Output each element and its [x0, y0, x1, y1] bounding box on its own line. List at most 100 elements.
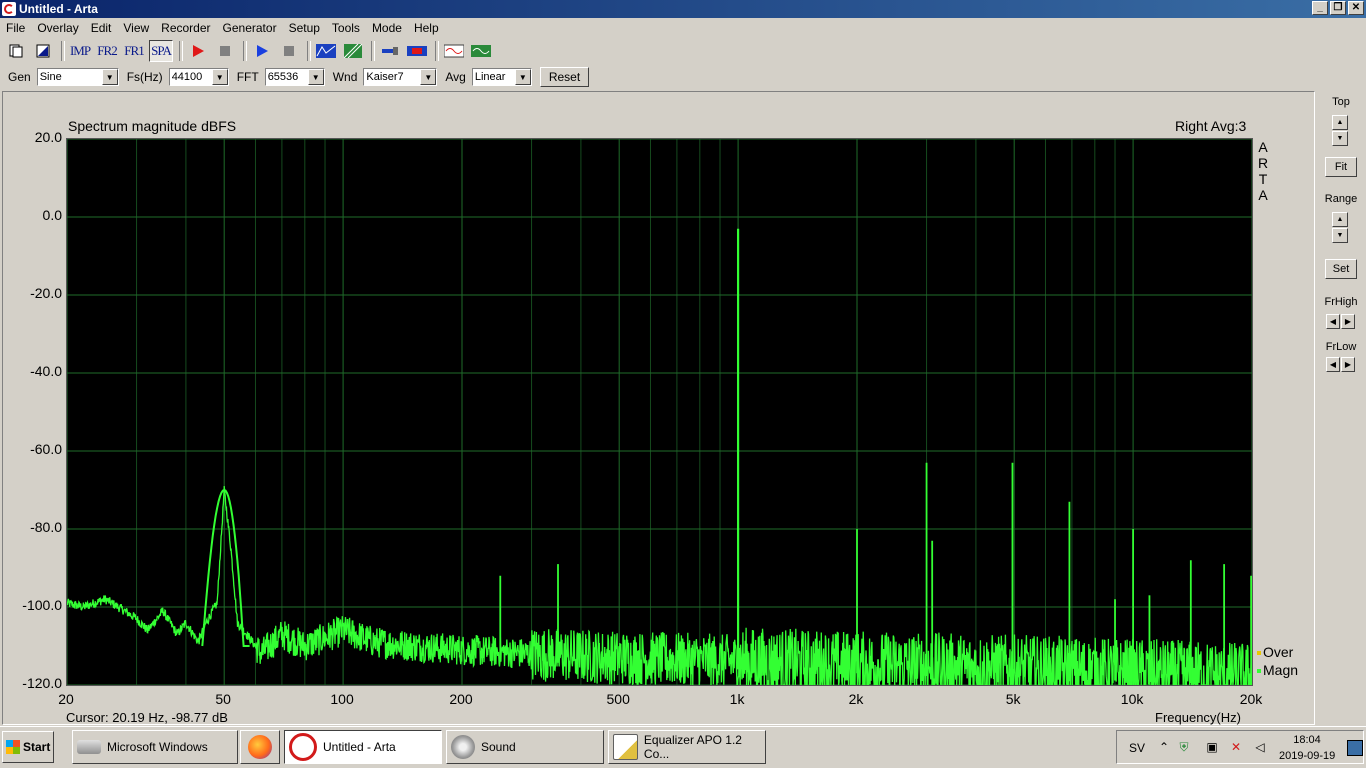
x-tick-label: 500	[606, 691, 630, 707]
task-microsoft-windows[interactable]: Microsoft Windows	[72, 730, 238, 764]
menu-view[interactable]: View	[117, 21, 155, 35]
spectrum-plot[interactable]	[66, 138, 1253, 686]
y-tick-label: -100.0	[22, 597, 62, 613]
toolbar-separator	[371, 41, 375, 61]
legend-magn-label: Magn	[1263, 662, 1299, 678]
x-tick-label: 20	[58, 691, 74, 707]
x-tick-label: 1k	[729, 691, 745, 707]
menu-help[interactable]: Help	[408, 21, 445, 35]
maximize-button[interactable]: ❐	[1330, 1, 1346, 15]
new-file-icon[interactable]	[4, 40, 28, 62]
legend-over-label: Over	[1263, 644, 1294, 660]
firefox-icon	[248, 735, 272, 759]
chevron-left-icon[interactable]: ◀	[1326, 314, 1340, 329]
menu-setup[interactable]: Setup	[283, 21, 326, 35]
task-firefox[interactable]	[240, 730, 280, 764]
chevron-down-icon[interactable]: ▼	[307, 69, 324, 85]
minimize-button[interactable]: _	[1312, 1, 1328, 15]
chevron-down-icon[interactable]: ▼	[101, 69, 118, 85]
arta-app-icon[interactable]	[2, 2, 16, 16]
chevron-up-icon[interactable]: ▲	[1332, 115, 1348, 130]
chevron-up-icon[interactable]: ▲	[1332, 212, 1348, 227]
system-tray: SV ⌃ ⛨ ▣ ✕ ◁ 18:04 2019-09-19	[1116, 730, 1364, 764]
security-shield-icon[interactable]: ⛨	[1177, 740, 1191, 754]
open-icon[interactable]	[31, 40, 55, 62]
chevron-up-icon[interactable]: ⌃	[1157, 740, 1171, 754]
clock-date[interactable]: 2019-09-19	[1279, 750, 1335, 762]
imp-mode-button[interactable]: IMP	[68, 40, 92, 62]
chevron-down-icon[interactable]: ▼	[514, 69, 531, 85]
abc-generator-icon[interactable]	[314, 40, 338, 62]
spa-mode-button[interactable]: SPA	[149, 40, 173, 62]
show-desktop-icon[interactable]	[1347, 740, 1363, 756]
frhigh-label: FrHigh	[1324, 296, 1358, 308]
usb-device-icon[interactable]: ▣	[1205, 740, 1219, 754]
task-sound[interactable]: Sound	[446, 730, 604, 764]
record-play-red-icon[interactable]	[186, 40, 210, 62]
plot-title: Spectrum magnitude dBFS	[68, 118, 237, 134]
avg-select[interactable]: Linear ▼	[471, 68, 532, 86]
arta-icon	[289, 733, 317, 761]
menu-tools[interactable]: Tools	[326, 21, 366, 35]
range-spinner[interactable]: ▲ ▼	[1332, 212, 1348, 244]
chevron-down-icon[interactable]: ▼	[420, 69, 437, 85]
close-button[interactable]: ✕	[1348, 1, 1364, 15]
stop-gray-icon[interactable]	[213, 40, 237, 62]
menu-generator[interactable]: Generator	[217, 21, 283, 35]
cursor-readout: Cursor: 20.19 Hz, -98.77 dB	[66, 710, 228, 725]
set-button[interactable]: Set	[1325, 259, 1357, 279]
reset-button[interactable]: Reset	[539, 67, 590, 87]
wnd-select[interactable]: Kaiser7 ▼	[363, 68, 438, 86]
y-tick-label: -80.0	[30, 519, 62, 535]
frhigh-spinner[interactable]: ◀ ▶	[1326, 314, 1356, 329]
stop-gray-icon[interactable]	[277, 40, 301, 62]
menu-mode[interactable]: Mode	[366, 21, 408, 35]
network-disconnected-icon[interactable]: ✕	[1229, 740, 1243, 754]
window-title: Untitled - Arta	[19, 2, 98, 16]
volume-icon[interactable]: ◁	[1253, 740, 1267, 754]
x-tick-label: 50	[215, 691, 231, 707]
language-indicator[interactable]: SV	[1129, 741, 1145, 755]
scope-icon[interactable]	[469, 40, 493, 62]
signal-wave-icon[interactable]	[442, 40, 466, 62]
fr1-mode-button[interactable]: FR1	[122, 40, 146, 62]
probe-icon[interactable]	[378, 40, 402, 62]
play-blue-icon[interactable]	[250, 40, 274, 62]
menu-recorder[interactable]: Recorder	[155, 21, 216, 35]
task-arta[interactable]: Untitled - Arta	[284, 730, 442, 764]
menu-file[interactable]: File	[0, 21, 31, 35]
frlow-spinner[interactable]: ◀ ▶	[1326, 357, 1356, 372]
side-panel: Top ▲ ▼ Fit Range ▲ ▼ Set FrHigh ◀ ▶ FrLow …	[1318, 91, 1364, 725]
chevron-left-icon[interactable]: ◀	[1326, 357, 1340, 372]
toolbar: IMP FR2 FR1 SPA	[0, 38, 1366, 64]
top-spinner[interactable]: ▲ ▼	[1332, 115, 1348, 147]
legend-magn-swatch	[1257, 669, 1261, 674]
clock-time[interactable]: 18:04	[1287, 734, 1327, 746]
fit-button[interactable]: Fit	[1325, 157, 1357, 177]
gen-select[interactable]: Sine ▼	[36, 68, 119, 86]
fr2-mode-button[interactable]: FR2	[95, 40, 119, 62]
top-label: Top	[1332, 96, 1350, 108]
start-label: Start	[23, 740, 51, 754]
fft-select[interactable]: 65536 ▼	[264, 68, 325, 86]
fs-select-value: 44100	[171, 71, 203, 83]
options-bar: Gen Sine ▼ Fs(Hz) 44100 ▼ FFT 65536 ▼ Wnd K…	[0, 65, 1366, 89]
x-tick-label: 100	[330, 691, 354, 707]
avg-label: Avg	[445, 70, 466, 84]
meter-icon[interactable]	[405, 40, 429, 62]
chevron-right-icon[interactable]: ▶	[1341, 357, 1355, 372]
chevron-down-icon[interactable]: ▼	[211, 69, 228, 85]
y-tick-label: 0.0	[42, 207, 62, 223]
start-button[interactable]: Start	[2, 731, 54, 763]
menu-overlay[interactable]: Overlay	[31, 21, 84, 35]
wnd-select-value: Kaiser7	[366, 71, 404, 83]
menu-edit[interactable]: Edit	[85, 21, 118, 35]
legend-magn: Magn	[1257, 662, 1298, 678]
chevron-down-icon[interactable]: ▼	[1332, 228, 1348, 243]
fs-select[interactable]: 44100 ▼	[168, 68, 229, 86]
overlay-hatch-icon[interactable]	[341, 40, 365, 62]
task-equalizer-apo[interactable]: Equalizer APO 1.2 Co...	[608, 730, 766, 764]
y-tick-label: -40.0	[30, 363, 62, 379]
chevron-down-icon[interactable]: ▼	[1332, 131, 1348, 146]
chevron-right-icon[interactable]: ▶	[1341, 314, 1355, 329]
